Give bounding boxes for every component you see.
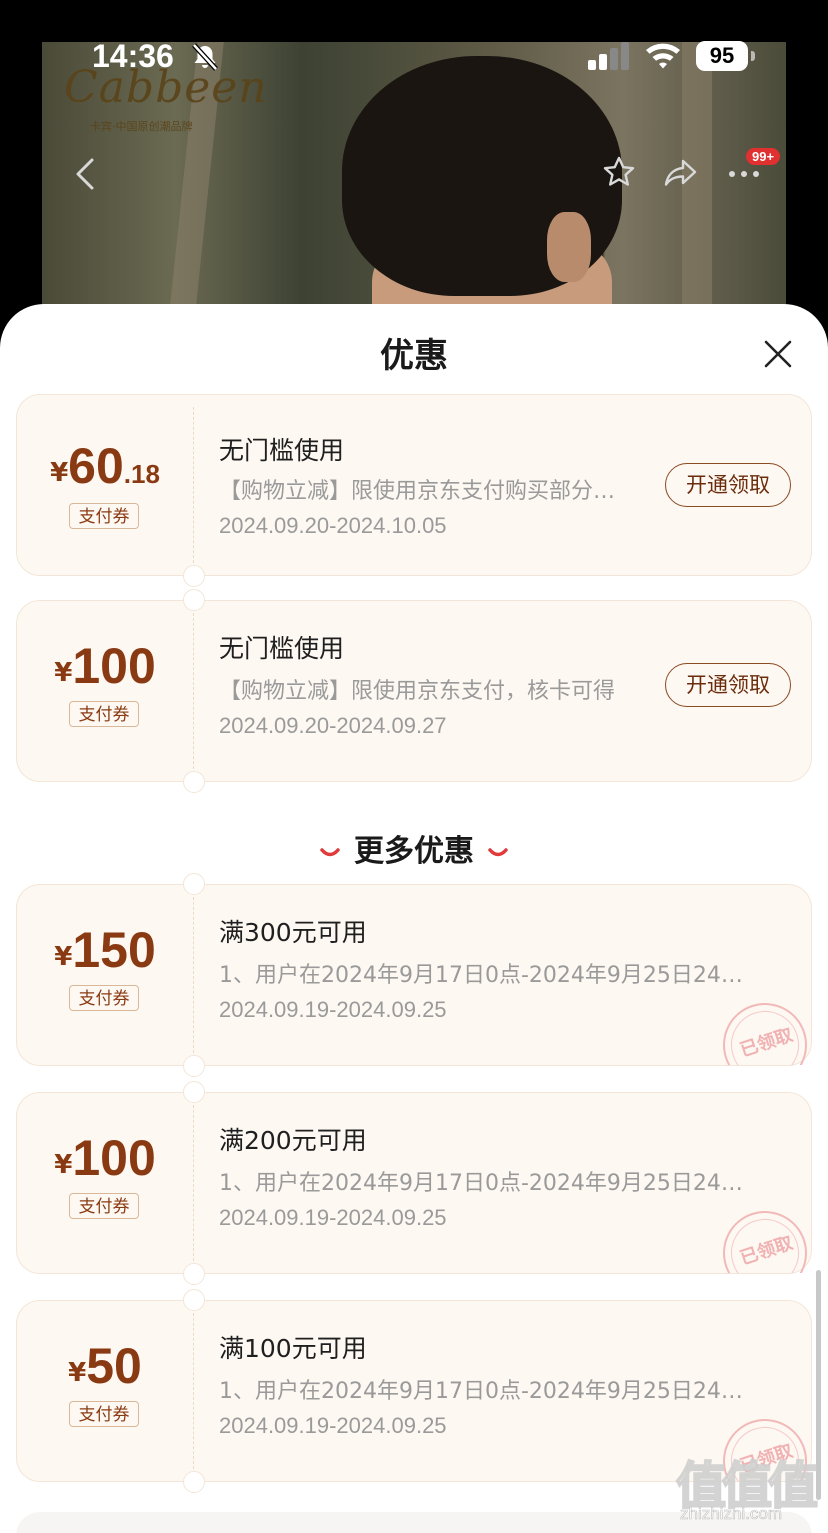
coupon-amount: ¥50	[68, 1338, 142, 1394]
coupon-card[interactable]: ¥150 支付券 满300元可用 1、用户在2024年9月17日0点-2024年…	[16, 873, 812, 1077]
watermark-url: zhizhizhi.com	[680, 1504, 783, 1524]
close-icon[interactable]	[760, 336, 796, 372]
coupon-amount: ¥100	[54, 1130, 156, 1186]
coupon-date: 2024.09.20-2024.10.05	[219, 513, 447, 538]
offers-sheet: 优惠 ¥60.18 支付券 无门槛使用 【购物立减】限使用京东支付购买部分… 2…	[0, 304, 828, 1533]
share-icon[interactable]	[662, 156, 698, 190]
smile-icon	[488, 847, 508, 856]
coupon-title: 无门槛使用	[219, 634, 345, 663]
watermark: 值值值 zhizhizhi.com	[675, 1446, 826, 1530]
coupon-date: 2024.09.20-2024.09.27	[219, 713, 447, 738]
product-hero: Cabbeen 卡宾·中国原创潮品牌 14:36 95 99+	[0, 0, 828, 340]
coupon-desc: 【购物立减】限使用京东支付购买部分…	[219, 479, 616, 504]
signal-icon	[588, 42, 629, 70]
coupon-amount: ¥150	[54, 922, 156, 978]
coupon-title: 满100元可用	[219, 1334, 367, 1363]
coupon-date: 2024.09.19-2024.09.25	[219, 997, 447, 1022]
brand-subtitle: 卡宾·中国原创潮品牌	[90, 120, 193, 133]
coupon-card[interactable]: ¥100 支付券 满200元可用 1、用户在2024年9月17日0点-2024年…	[16, 1081, 812, 1285]
coupon-type-tag: 支付券	[69, 985, 139, 1011]
wifi-icon	[646, 43, 680, 69]
coupon-date: 2024.09.19-2024.09.25	[219, 1413, 447, 1438]
bell-muted-icon	[192, 43, 218, 71]
star-icon[interactable]	[602, 155, 636, 189]
status-time: 14:36	[92, 38, 174, 74]
more-offers-header: 更多优惠	[0, 826, 828, 870]
coupon-desc: 1、用户在2024年9月17日0点-2024年9月25日24…	[219, 1379, 743, 1404]
coupon-type-tag: 支付券	[69, 1401, 139, 1427]
back-icon[interactable]	[70, 156, 100, 192]
coupon-type-tag: 支付券	[69, 503, 139, 529]
more-icon[interactable]	[727, 165, 763, 181]
coupon-desc: 1、用户在2024年9月17日0点-2024年9月25日24…	[219, 1171, 743, 1196]
claim-button[interactable]: 开通领取	[665, 463, 791, 507]
battery-tip	[751, 51, 755, 61]
coupon-title: 满200元可用	[219, 1126, 367, 1155]
coupon-amount: ¥100	[54, 638, 156, 694]
coupon-card: ¥100 支付券 无门槛使用 【购物立减】限使用京东支付，核卡可得 2024.0…	[16, 589, 812, 793]
claimed-stamp: 已领取	[715, 1203, 811, 1273]
claimed-stamp: 已领取	[715, 995, 811, 1065]
coupon-amount: ¥60.18	[50, 438, 160, 494]
more-offers-title: 更多优惠	[354, 834, 474, 869]
battery-indicator: 95	[696, 41, 748, 71]
coupon-type-tag: 支付券	[69, 1193, 139, 1219]
message-badge: 99+	[746, 148, 781, 165]
coupon-card: ¥60.18 支付券 无门槛使用 【购物立减】限使用京东支付购买部分… 2024…	[16, 394, 812, 587]
smile-icon	[320, 847, 340, 856]
coupon-type-tag: 支付券	[69, 701, 139, 727]
coupon-title: 无门槛使用	[219, 436, 345, 465]
claim-button[interactable]: 开通领取	[665, 663, 791, 707]
coupon-date: 2024.09.19-2024.09.25	[219, 1205, 447, 1230]
sheet-title: 优惠	[380, 336, 448, 376]
coupon-title: 满300元可用	[219, 918, 367, 947]
coupon-desc: 【购物立减】限使用京东支付，核卡可得	[219, 679, 616, 704]
coupon-desc: 1、用户在2024年9月17日0点-2024年9月25日24…	[219, 963, 743, 988]
